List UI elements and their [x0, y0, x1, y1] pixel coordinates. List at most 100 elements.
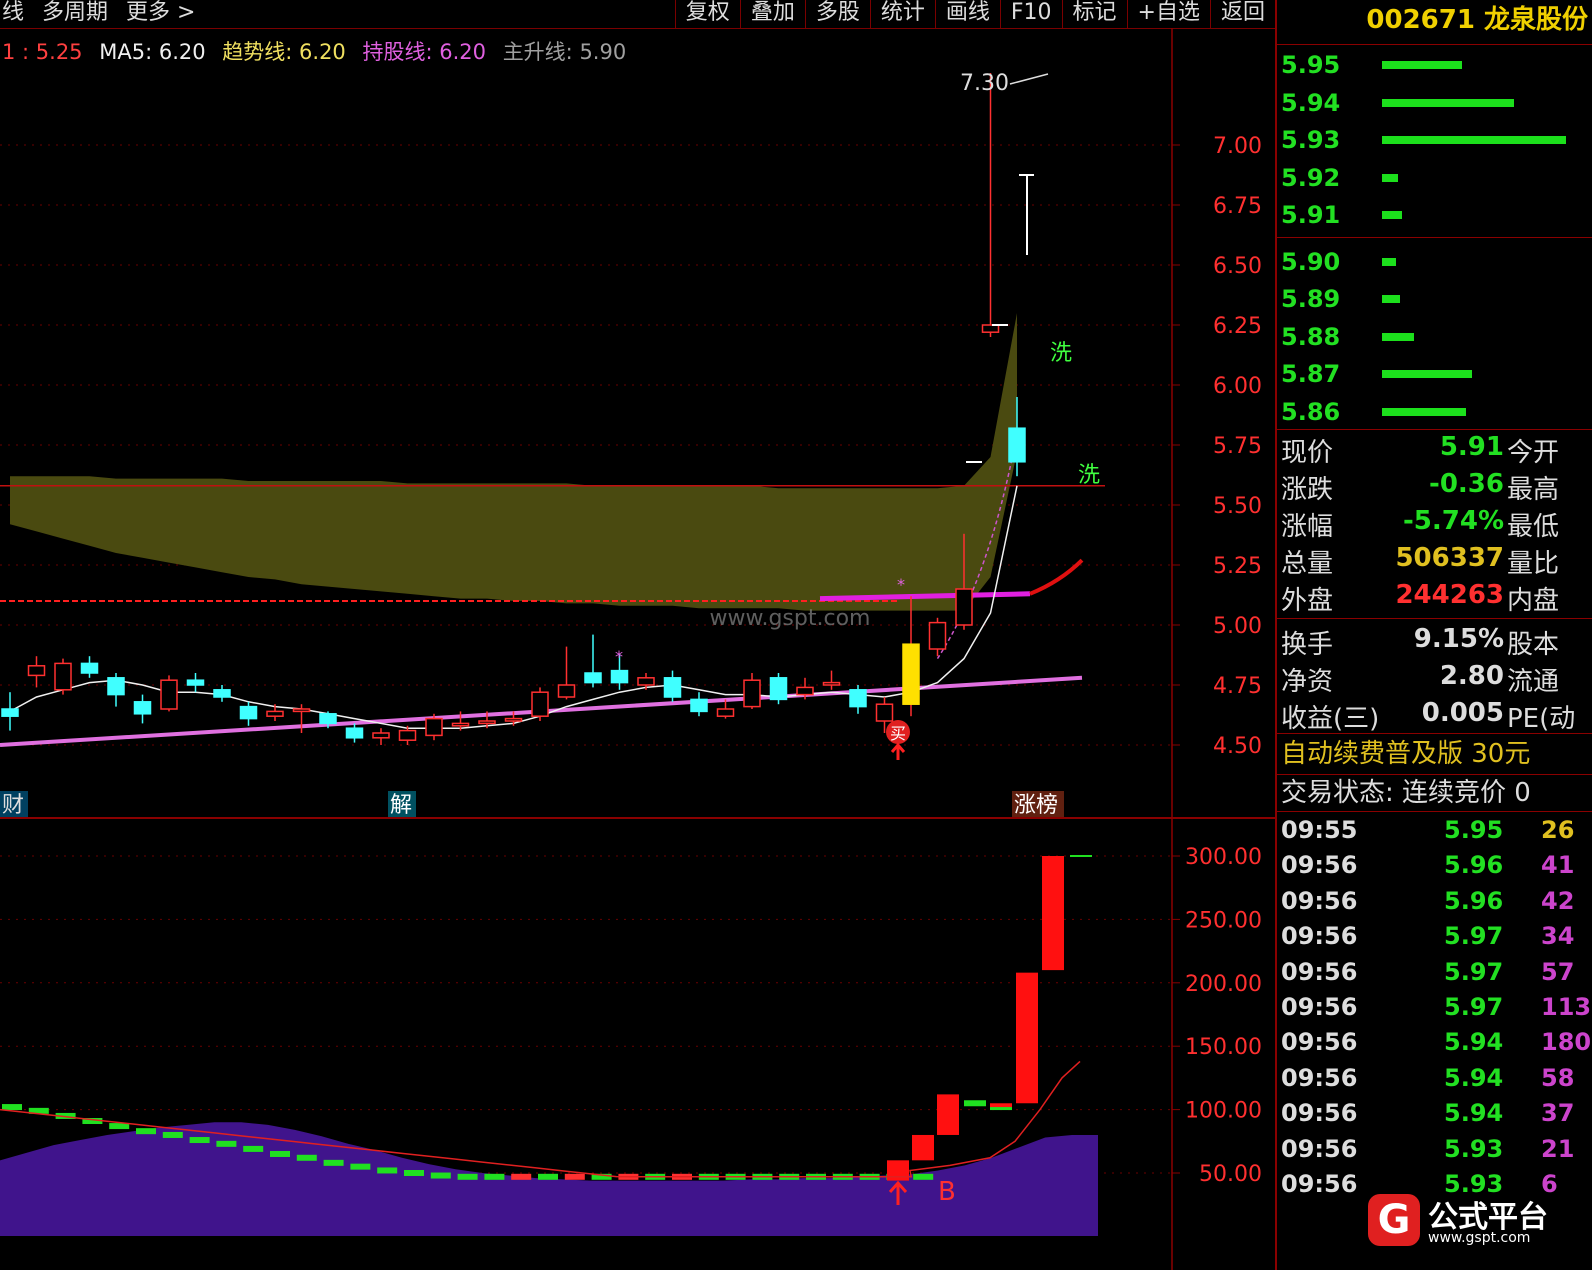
- trend-band: [10, 313, 1017, 611]
- tick-row: 09:56 5.94 180: [1277, 1024, 1592, 1059]
- signal-dash: [216, 1140, 237, 1147]
- buy-label: 买: [890, 724, 906, 743]
- candle-body: [743, 679, 761, 708]
- tick-volume: 58: [1541, 1063, 1575, 1092]
- bid-row[interactable]: 5.89: [1277, 279, 1592, 317]
- candle-body: [504, 717, 523, 722]
- candle-body: [716, 708, 735, 717]
- toolbar-button-8[interactable]: 返回: [1209, 0, 1275, 28]
- signal-dash: [564, 1173, 585, 1180]
- bid-size-bar: [1382, 332, 1414, 341]
- bid-row[interactable]: 5.87: [1277, 354, 1592, 392]
- ask-row[interactable]: 5.92: [1277, 158, 1592, 196]
- divider: [1277, 618, 1592, 619]
- candle-body: [663, 677, 682, 698]
- ask-price: 5.94: [1281, 88, 1341, 117]
- subscription-ad[interactable]: 自动续费普及版 30元: [1277, 733, 1592, 775]
- signal-dash: [136, 1128, 156, 1135]
- toolbar-left-item-2[interactable]: 更多 >: [126, 0, 195, 28]
- toolbar-button-1[interactable]: 叠加: [739, 0, 805, 28]
- ask-price: 5.92: [1281, 163, 1341, 192]
- signal-dash: [323, 1159, 344, 1166]
- candle-body: [345, 727, 364, 739]
- candle-body: [875, 703, 894, 722]
- price-tick-label: 5.50: [1213, 494, 1262, 519]
- legend-trend: 趋势线: 6.20: [222, 40, 346, 64]
- toolbar-left-item-0[interactable]: 线: [2, 0, 24, 28]
- toolbar-left-item-1[interactable]: 多周期: [42, 0, 108, 28]
- chart-area[interactable]: 4.50 4.75 5.00 5.25 5.50 5.75 6.00 6.25 6.50 6.75…: [0, 28, 1275, 1270]
- bid-row[interactable]: 5.90: [1277, 242, 1592, 280]
- candle-body: [610, 669, 629, 684]
- price-tick-label: 6.00: [1213, 374, 1262, 399]
- volume-tick-label: 250.00: [1185, 908, 1262, 933]
- star-icon: *: [897, 575, 905, 594]
- toolbar-button-2[interactable]: 多股: [804, 0, 870, 28]
- candle-body: [955, 588, 973, 626]
- tick-row: 09:56 5.94 58: [1277, 1060, 1592, 1095]
- candle-body: [425, 717, 443, 737]
- bid-row[interactable]: 5.86: [1277, 392, 1592, 430]
- tick-time: 09:56: [1281, 1134, 1358, 1163]
- quote-row: 净资 2.80 流通: [1277, 659, 1592, 697]
- signal-dash: [404, 1170, 424, 1176]
- logo-url: www.gspt.com: [1428, 1230, 1531, 1246]
- price-tick-label: 6.25: [1213, 314, 1262, 339]
- quote-row: 现价 5.91 今开: [1277, 430, 1592, 468]
- high-arrow-icon: [1009, 73, 1049, 85]
- bid-row[interactable]: 5.88: [1277, 317, 1592, 355]
- tick-row: 09:56 5.96 42: [1277, 883, 1592, 918]
- high-price-label: 7.30: [960, 71, 1009, 96]
- toolbar-button-3[interactable]: 统计: [869, 0, 935, 28]
- ask-size-bar: [1382, 98, 1514, 107]
- candle-body: [1, 708, 19, 717]
- candle-body: [133, 701, 152, 715]
- quote-label-secondary: 最高: [1507, 475, 1560, 505]
- toolbar-button-5[interactable]: F10: [999, 0, 1062, 28]
- candle-body: [186, 679, 205, 686]
- price-tick-label: 6.75: [1213, 194, 1262, 219]
- volume-tick-label: 50.00: [1199, 1162, 1262, 1187]
- tick-time: 09:55: [1281, 816, 1358, 844]
- ask-book: 5.95 5.94 5.93 5.92 5.91: [1277, 45, 1592, 233]
- tick-volume: 26: [1541, 816, 1575, 844]
- tick-time: 09:56: [1281, 1099, 1358, 1128]
- volume-tick-label: 300.00: [1185, 845, 1262, 870]
- ask-row[interactable]: 5.94: [1277, 83, 1592, 121]
- candle-body: [239, 705, 258, 720]
- candle-body: [1008, 427, 1026, 463]
- volume-tick-label: 200.00: [1185, 972, 1262, 997]
- price-tick-label: 4.50: [1213, 734, 1262, 759]
- volume-tick-label: 100.00: [1185, 1099, 1262, 1124]
- bid-price: 5.87: [1281, 360, 1341, 388]
- top-toolbar: 线多周期 更多 > 复权 叠加 多股 统计 画线 F10 标记 +自选 返回: [0, 0, 1275, 29]
- indicator-legend: 1 : 5.25 MA5: 6.20 趋势线: 6.20 持股线: 6.20 主…: [2, 36, 636, 66]
- volume-bar: [990, 1103, 1012, 1108]
- tick-price: 5.94: [1444, 1063, 1504, 1092]
- signal-dash: [350, 1163, 371, 1170]
- signal-dash: [162, 1131, 183, 1138]
- candle-body: [557, 684, 576, 698]
- quote-row: 收益(三) 0.005 PE(动: [1277, 696, 1592, 734]
- toolbar-button-4[interactable]: 画线: [934, 0, 1000, 28]
- ask-row[interactable]: 5.91: [1277, 195, 1592, 233]
- toolbar-button-0[interactable]: 复权: [674, 0, 740, 28]
- candle-body: [531, 691, 549, 717]
- ask-row[interactable]: 5.93: [1277, 120, 1592, 158]
- platform-logo: G 公式平台 www.gspt.com: [1368, 1192, 1592, 1250]
- signal-dash: [430, 1172, 451, 1179]
- candle-body: [849, 689, 867, 708]
- tick-volume: 42: [1541, 886, 1575, 915]
- candle-body: [584, 672, 602, 684]
- quote-label-secondary: 流通: [1507, 667, 1560, 697]
- ask-row[interactable]: 5.95: [1277, 45, 1592, 83]
- tick-price: 5.93: [1444, 1134, 1504, 1163]
- ask-price: 5.93: [1281, 126, 1341, 154]
- tag-jie: 解: [390, 793, 412, 818]
- toolbar-button-6[interactable]: 标记: [1061, 0, 1127, 28]
- quote-value: 2.80: [1439, 661, 1504, 691]
- toolbar-button-7[interactable]: +自选: [1126, 0, 1210, 28]
- tick-volume: 180: [1541, 1028, 1592, 1057]
- volume-bar: [1016, 972, 1038, 1104]
- bid-price: 5.90: [1281, 247, 1341, 276]
